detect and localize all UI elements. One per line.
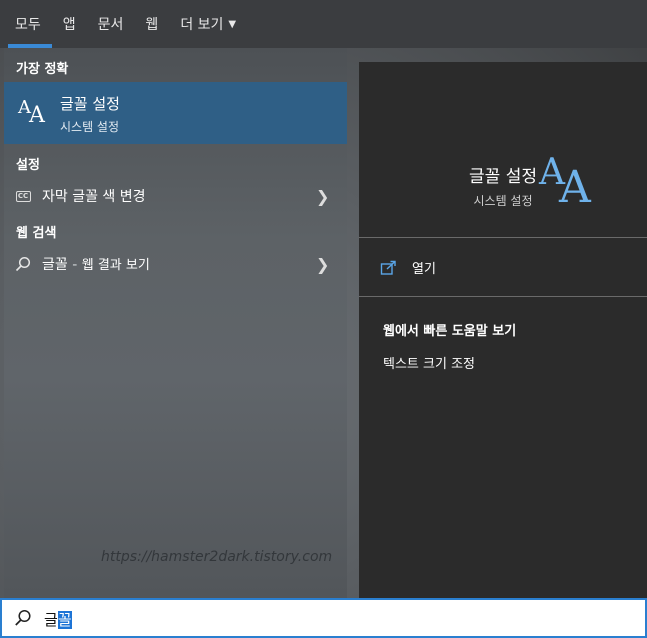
start-search-window: 모두 앱 문서 웹 더 보기 ▼ 가장 정확 AA 글꼴 설정 시스템 설정 설정…	[0, 0, 647, 638]
tab-documents[interactable]: 문서	[87, 0, 135, 48]
web-search-label: 글꼴 - 웹 결과 보기	[42, 254, 150, 274]
watermark: https://hamster2dark.tistory.com	[101, 549, 333, 565]
tab-documents-label: 문서	[97, 17, 124, 33]
chevron-right-icon[interactable]: ❯	[316, 187, 329, 206]
settings-item-caption-font-color[interactable]: CC 자막 글꼴 색 변경 ❯	[4, 181, 347, 211]
open-external-icon	[380, 260, 396, 275]
tab-all-label: 모두	[15, 17, 41, 33]
tab-web[interactable]: 웹	[134, 0, 169, 48]
font-aa-icon: AA	[18, 97, 45, 128]
search-typed-text: 글	[44, 611, 58, 629]
web-results-text: 웹 결과 보기	[81, 258, 150, 273]
search-box[interactable]: 글꼴	[0, 598, 647, 638]
web-search-separator: -	[72, 257, 78, 273]
best-match-item[interactable]: AA 글꼴 설정 시스템 설정	[4, 82, 347, 144]
quick-help-title: 웹에서 빠른 도움말 보기	[383, 324, 517, 339]
web-search-query: 글꼴	[42, 257, 68, 273]
quick-help-link[interactable]: 텍스트 크기 조정	[383, 353, 475, 372]
settings-item-label: 자막 글꼴 색 변경	[42, 189, 146, 205]
best-match-header: 가장 정확	[16, 62, 69, 77]
tab-more[interactable]: 더 보기 ▼	[169, 0, 247, 48]
tab-more-label: 더 보기	[180, 17, 224, 33]
tab-web-label: 웹	[145, 17, 159, 33]
divider	[359, 296, 647, 297]
best-match-subtitle: 시스템 설정	[60, 120, 120, 134]
results-panel: 가장 정확 AA 글꼴 설정 시스템 설정 설정 CC 자막 글꼴 색 변경 ❯…	[4, 48, 347, 598]
search-input[interactable]: 글꼴	[44, 609, 72, 630]
chevron-right-icon[interactable]: ❯	[316, 255, 329, 274]
search-icon	[14, 256, 32, 272]
open-label: 열기	[412, 262, 436, 277]
closed-caption-icon: CC	[14, 188, 32, 204]
preview-subtitle: 시스템 설정	[473, 194, 533, 208]
tab-all[interactable]: 모두	[4, 0, 52, 48]
tab-apps[interactable]: 앱	[52, 0, 87, 48]
preview-title: 글꼴 설정	[469, 167, 537, 187]
tab-apps-label: 앱	[62, 17, 76, 33]
open-action[interactable]: 열기	[380, 258, 436, 277]
search-icon	[14, 609, 32, 631]
best-match-title: 글꼴 설정	[60, 95, 120, 113]
filter-tabs: 모두 앱 문서 웹 더 보기 ▼	[0, 0, 647, 48]
search-selected-text: 꼴	[57, 611, 72, 629]
settings-header: 설정	[16, 158, 40, 173]
web-search-header: 웹 검색	[16, 226, 57, 241]
web-search-item[interactable]: 글꼴 - 웹 결과 보기 ❯	[4, 249, 347, 279]
divider	[359, 237, 647, 238]
caret-down-icon: ▼	[228, 18, 237, 30]
